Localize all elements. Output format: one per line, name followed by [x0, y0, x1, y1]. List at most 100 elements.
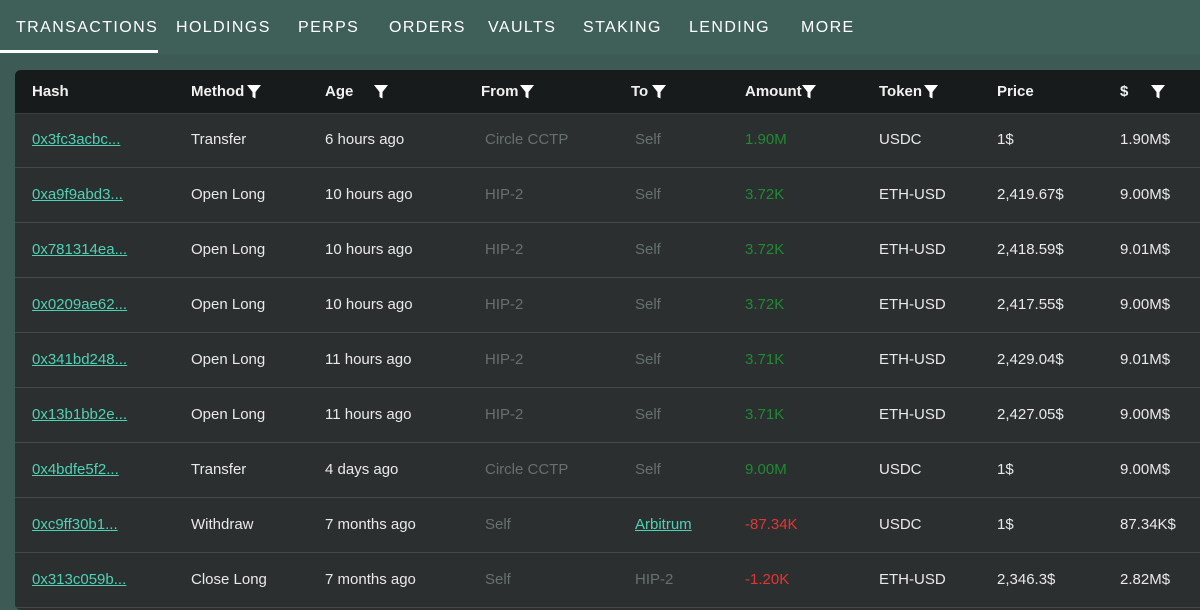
token-cell: USDC — [879, 461, 922, 478]
usd-value-cell: 9.01M$ — [1120, 241, 1171, 258]
price-cell: 2,427.05$ — [997, 406, 1064, 423]
column-header-price: Price — [997, 83, 1034, 100]
token-cell: ETH-USD — [879, 296, 946, 313]
from-cell: Circle CCTP — [485, 461, 569, 478]
column-header-age: Age — [325, 83, 354, 100]
age-cell: 11 hours ago — [325, 406, 412, 423]
hash-link[interactable]: 0x313c059b... — [32, 553, 126, 607]
table-row: 0x0209ae62... Open Long 10 hours ago HIP-2 S… — [15, 278, 1200, 333]
to-cell: Self — [635, 406, 661, 423]
usd-value-cell: 87.34K$ — [1120, 516, 1176, 533]
tab-vaults[interactable]: VAULTS — [488, 0, 556, 54]
hash-link[interactable]: 0x13b1bb2e... — [32, 388, 127, 442]
amount-cell: 9.00M — [745, 461, 787, 478]
age-cell: 4 days ago — [325, 461, 399, 478]
tab-perps[interactable]: PERPS — [298, 0, 359, 54]
price-cell: 2,429.04$ — [997, 351, 1064, 368]
amount-cell: 3.72K — [745, 186, 785, 203]
table-row: 0x13b1bb2e... Open Long 11 hours ago HIP-2 S… — [15, 388, 1200, 443]
column-header-to: To — [631, 83, 649, 100]
tab-orders[interactable]: ORDERS — [389, 0, 466, 54]
amount-cell: 3.71K — [745, 351, 785, 368]
from-cell: HIP-2 — [485, 406, 524, 423]
tab-lending[interactable]: LENDING — [689, 0, 770, 54]
age-cell: 10 hours ago — [325, 186, 413, 203]
to-cell: Self — [635, 131, 661, 148]
from-cell: HIP-2 — [485, 241, 524, 258]
tab-holdings[interactable]: HOLDINGS — [176, 0, 271, 54]
transactions-table: Hash Method Age From To Amount Token Pri… — [15, 70, 1200, 610]
token-cell: ETH-USD — [879, 186, 946, 203]
tab-transactions[interactable]: TRANSACTIONS — [16, 0, 158, 54]
price-cell: 1$ — [997, 516, 1014, 533]
hash-link[interactable]: 0xc9ff30b1... — [32, 498, 118, 552]
table-row: 0x313c059b... Close Long 7 months ago Self H… — [15, 553, 1200, 608]
price-cell: 2,419.67$ — [997, 186, 1064, 203]
method-cell: Open Long — [191, 351, 266, 368]
method-cell: Withdraw — [191, 516, 254, 533]
token-cell: ETH-USD — [879, 351, 946, 368]
to-cell: HIP-2 — [635, 571, 674, 588]
hash-link[interactable]: 0x4bdfe5f2... — [32, 443, 119, 497]
active-tab-indicator — [0, 50, 158, 53]
column-header-method: Method — [191, 83, 245, 100]
tab-more[interactable]: MORE — [801, 0, 855, 54]
hash-link[interactable]: 0x0209ae62... — [32, 278, 127, 332]
price-cell: 1$ — [997, 131, 1014, 148]
token-cell: ETH-USD — [879, 241, 946, 258]
table-row: 0x3fc3acbc... Transfer 6 hours ago Circle C… — [15, 113, 1200, 168]
usd-value-cell: 9.00M$ — [1120, 296, 1171, 313]
table-row: 0xa9f9abd3... Open Long 10 hours ago HIP-2 S… — [15, 168, 1200, 223]
from-cell: Self — [485, 571, 511, 588]
to-cell: Self — [635, 351, 661, 368]
amount-cell: -1.20K — [745, 571, 790, 588]
token-cell: USDC — [879, 516, 922, 533]
from-cell: Circle CCTP — [485, 131, 569, 148]
age-cell: 11 hours ago — [325, 351, 412, 368]
hash-link[interactable]: 0xa9f9abd3... — [32, 168, 123, 222]
table-row: 0xc9ff30b1... Withdraw 7 months ago Self Arb… — [15, 498, 1200, 553]
method-cell: Transfer — [191, 131, 247, 148]
token-cell: ETH-USD — [879, 571, 946, 588]
hash-link[interactable]: 0x3fc3acbc... — [32, 113, 120, 167]
filter-icon[interactable] — [373, 84, 389, 100]
price-cell: 2,417.55$ — [997, 296, 1064, 313]
method-cell: Close Long — [191, 571, 267, 588]
filter-icon[interactable] — [651, 84, 667, 100]
price-cell: 2,418.59$ — [997, 241, 1064, 258]
filter-icon[interactable] — [519, 84, 535, 100]
to-link[interactable]: Arbitrum — [635, 498, 692, 552]
to-cell: Self — [635, 186, 661, 203]
from-cell: HIP-2 — [485, 296, 524, 313]
from-cell: Self — [485, 516, 511, 533]
column-header-from: From — [481, 83, 519, 100]
method-cell: Open Long — [191, 406, 266, 423]
column-header-hash: Hash — [32, 83, 69, 100]
age-cell: 7 months ago — [325, 516, 416, 533]
usd-value-cell: 9.00M$ — [1120, 461, 1171, 478]
filter-icon[interactable] — [1150, 84, 1166, 100]
filter-icon[interactable] — [923, 84, 939, 100]
filter-icon[interactable] — [801, 84, 817, 100]
usd-value-cell: 9.00M$ — [1120, 406, 1171, 423]
method-cell: Open Long — [191, 186, 266, 203]
table-row: 0x781314ea... Open Long 10 hours ago HIP-2 S… — [15, 223, 1200, 278]
amount-cell: 3.72K — [745, 296, 785, 313]
usd-value-cell: 1.90M$ — [1120, 131, 1171, 148]
column-header-amount: Amount — [745, 83, 802, 100]
hash-link[interactable]: 0x341bd248... — [32, 333, 127, 387]
age-cell: 7 months ago — [325, 571, 416, 588]
table-header-row: Hash Method Age From To Amount Token Pri… — [15, 70, 1200, 114]
tab-bar: TRANSACTIONS HOLDINGS PERPS ORDERS VAULT… — [0, 0, 1200, 54]
from-cell: HIP-2 — [485, 351, 524, 368]
table-row: 0x4bdfe5f2... Transfer 4 days ago Circle CC… — [15, 443, 1200, 498]
filter-icon[interactable] — [246, 84, 262, 100]
tab-staking[interactable]: STAKING — [583, 0, 662, 54]
method-cell: Open Long — [191, 241, 266, 258]
amount-cell: 1.90M — [745, 131, 787, 148]
to-cell: Self — [635, 461, 661, 478]
method-cell: Open Long — [191, 296, 266, 313]
amount-cell: 3.71K — [745, 406, 785, 423]
amount-cell: 3.72K — [745, 241, 785, 258]
hash-link[interactable]: 0x781314ea... — [32, 223, 127, 277]
